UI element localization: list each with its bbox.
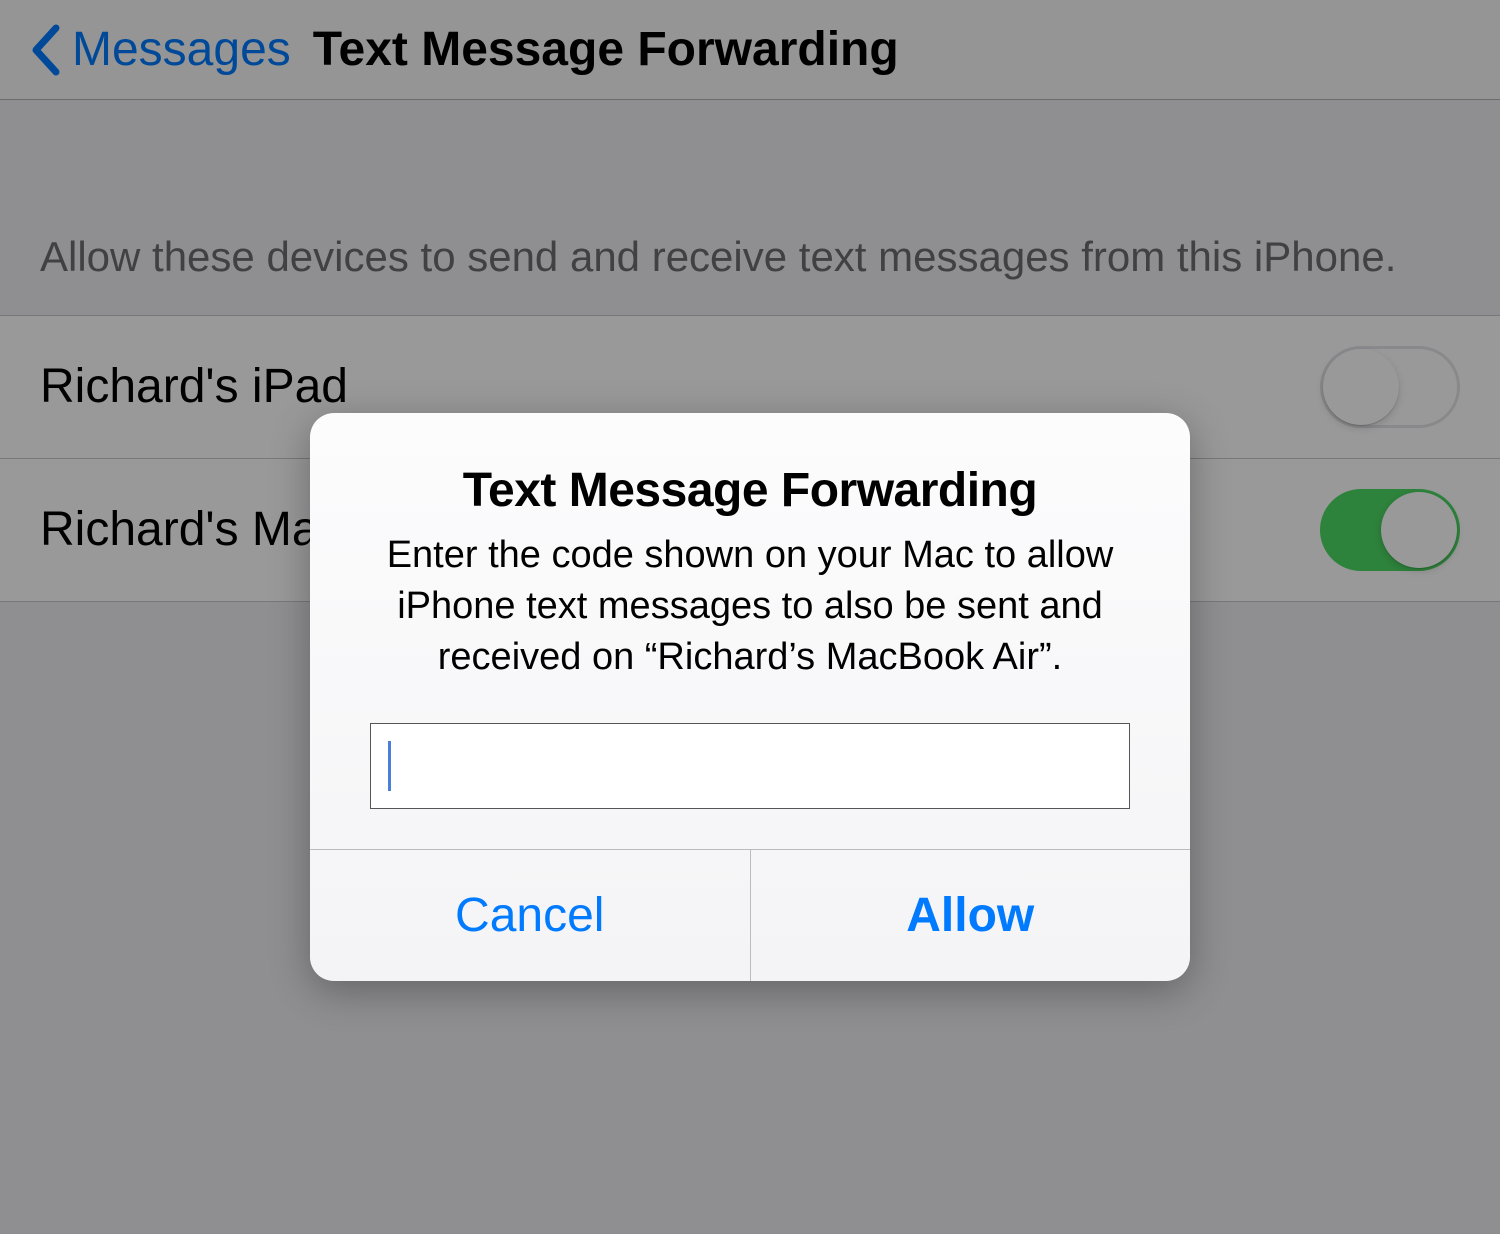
code-input-wrapper (370, 723, 1130, 809)
alert-buttons: Cancel Allow (310, 849, 1190, 981)
allow-button[interactable]: Allow (751, 850, 1191, 981)
text-cursor (388, 741, 391, 791)
alert-title: Text Message Forwarding (350, 463, 1150, 518)
cancel-button[interactable]: Cancel (310, 850, 751, 981)
code-input[interactable] (370, 723, 1130, 809)
alert-dialog: Text Message Forwarding Enter the code s… (310, 413, 1190, 982)
modal-overlay: Text Message Forwarding Enter the code s… (0, 0, 1500, 1234)
alert-body: Text Message Forwarding Enter the code s… (310, 413, 1190, 850)
alert-message: Enter the code shown on your Mac to allo… (350, 530, 1150, 684)
